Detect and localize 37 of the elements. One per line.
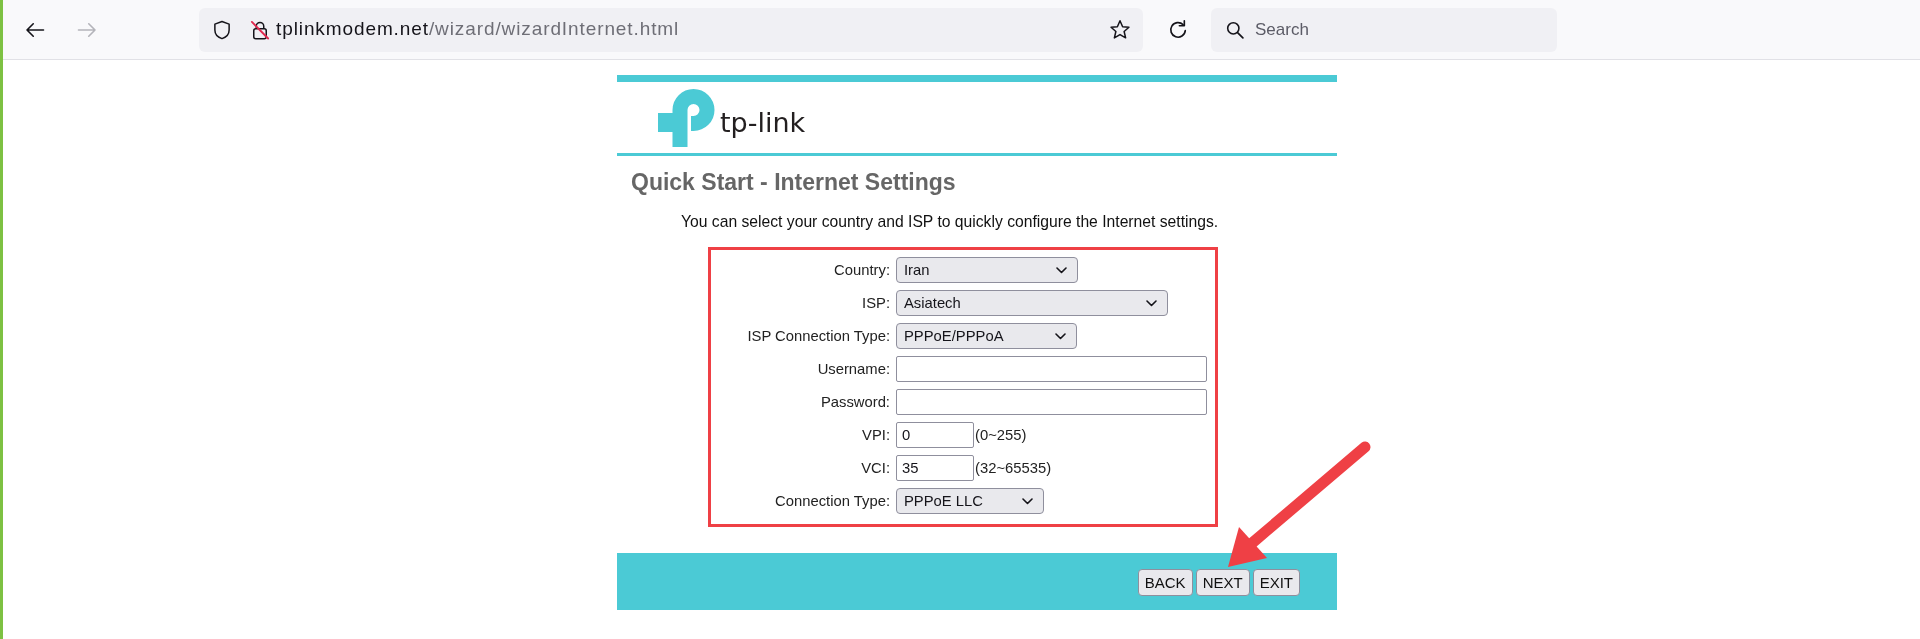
page-title: Quick Start - Internet Settings (631, 169, 957, 195)
intro-text: You can select your country and ISP to quickly configure the Internet settings. (681, 213, 1220, 231)
range-hint: (0~255) (975, 425, 1027, 445)
logo-text: tp-link (720, 109, 806, 136)
field-label: VPI: (861, 425, 890, 445)
country-dropdown[interactable]: Iran (896, 257, 1078, 283)
star-icon[interactable] (1109, 18, 1131, 41)
search-field[interactable]: Search (1211, 7, 1557, 52)
password-field[interactable] (896, 389, 1207, 415)
search-icon (1226, 20, 1244, 39)
chevron-down-icon (1022, 497, 1033, 505)
connection-type-dropdown[interactable]: PPPoE LLC (896, 488, 1044, 514)
logo-icon (658, 89, 715, 147)
chevron-down-icon (1056, 266, 1067, 274)
field-label: ISP Connection Type: (746, 326, 890, 346)
field-label: ISP: (861, 293, 890, 313)
vpi-field[interactable]: 0 (896, 422, 974, 448)
chevron-down-icon (1146, 299, 1157, 307)
field-label: Password: (819, 392, 890, 412)
lock-slash-icon[interactable] (250, 19, 270, 40)
next-button[interactable]: NEXT (1195, 569, 1250, 596)
back-button[interactable]: BACK (1137, 569, 1193, 596)
url-text[interactable]: tplinkmodem.net/wizard/wizardInternet.html (276, 15, 680, 44)
chevron-down-icon (1055, 332, 1066, 340)
isp-dropdown[interactable]: Asiatech (896, 290, 1168, 316)
field-label: Country: (833, 260, 890, 280)
shield-icon[interactable] (212, 19, 232, 40)
range-hint: (32~65535) (975, 458, 1052, 478)
reload-icon[interactable] (1167, 18, 1189, 41)
isp-connection-type-dropdown[interactable]: PPPoE/PPPoA (896, 323, 1077, 349)
username-field[interactable] (896, 356, 1207, 382)
vci-field[interactable]: 35 (896, 455, 974, 481)
field-label: Username: (816, 359, 890, 379)
exit-button[interactable]: EXIT (1252, 569, 1300, 596)
field-label: Connection Type: (774, 491, 890, 511)
address-bar[interactable]: tplinkmodem.net/wizard/wizardInternet.html (199, 7, 1143, 52)
field-label: VCI: (860, 458, 890, 478)
